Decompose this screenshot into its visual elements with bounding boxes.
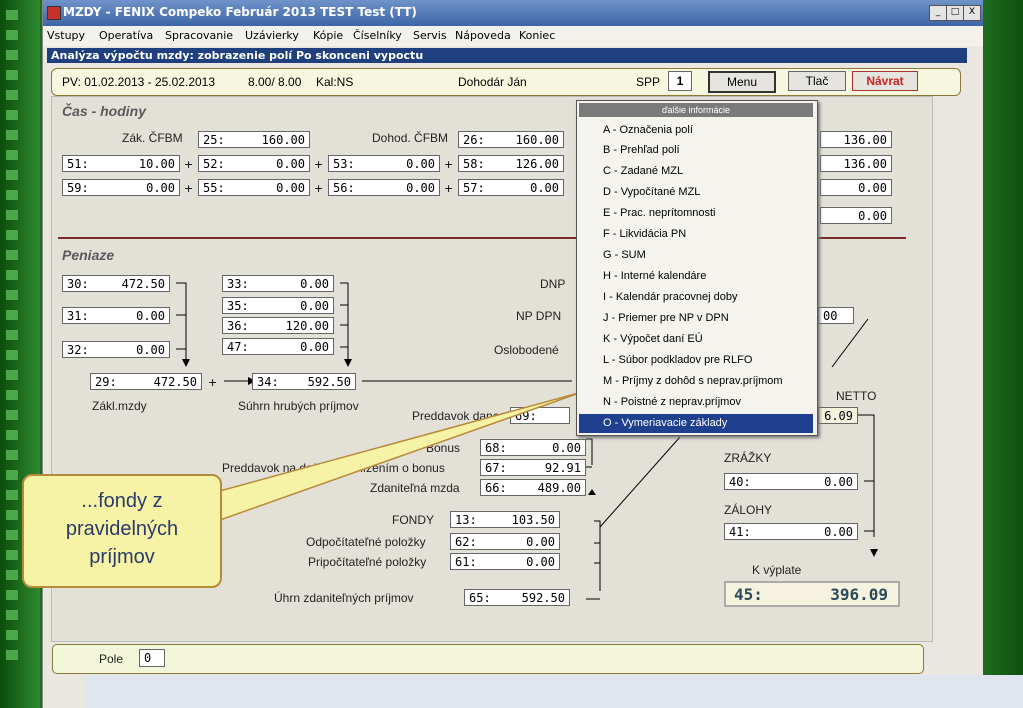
ctx-item-f[interactable]: F - Likvidácia PN bbox=[579, 225, 813, 244]
pole-field[interactable]: 0 bbox=[139, 649, 165, 667]
callout-box: ...fondy z pravidelných príjmov bbox=[22, 474, 222, 588]
pole-label: Pole bbox=[99, 652, 124, 666]
ctx-item-k[interactable]: K - Výpočet daní EÚ bbox=[579, 330, 813, 349]
ctx-item-c[interactable]: C - Zadané MZL bbox=[579, 162, 813, 181]
bottom-status-bar: Pole 0 bbox=[52, 644, 924, 674]
ctx-item-j[interactable]: J - Priemer pre NP v DPN bbox=[579, 309, 813, 328]
ctx-item-m[interactable]: M - Príjmy z dohôd s neprav.príjmom bbox=[579, 372, 813, 391]
ctx-item-h[interactable]: H - Interné kalendáre bbox=[579, 267, 813, 286]
ctx-item-d[interactable]: D - Vypočítané MZL bbox=[579, 183, 813, 202]
ctx-item-a[interactable]: A - Označenia polí bbox=[579, 121, 813, 140]
callout-line-1: ...fondy z bbox=[81, 490, 163, 512]
ctx-item-b[interactable]: B - Prehľad polí bbox=[579, 141, 813, 160]
callout-line-3: príjmov bbox=[89, 546, 155, 568]
ctx-item-n[interactable]: N - Poistné z neprav.príjmov bbox=[579, 393, 813, 412]
ctx-item-e[interactable]: E - Prac. neprítomnosti bbox=[579, 204, 813, 223]
ctx-item-o[interactable]: O - Vymeriavacie základy bbox=[579, 414, 813, 433]
callout-pointer bbox=[215, 391, 583, 522]
ctx-item-g[interactable]: G - SUM bbox=[579, 246, 813, 265]
context-menu: ďalšie informácie A - Označenia polí B -… bbox=[576, 100, 818, 436]
ctx-item-l[interactable]: L - Súbor podkladov pre RLFO bbox=[579, 351, 813, 370]
context-menu-header: ďalšie informácie bbox=[579, 103, 813, 117]
ctx-item-i[interactable]: I - Kalendár pracovnej doby bbox=[579, 288, 813, 307]
callout-line-2: pravidelných bbox=[65, 518, 179, 540]
